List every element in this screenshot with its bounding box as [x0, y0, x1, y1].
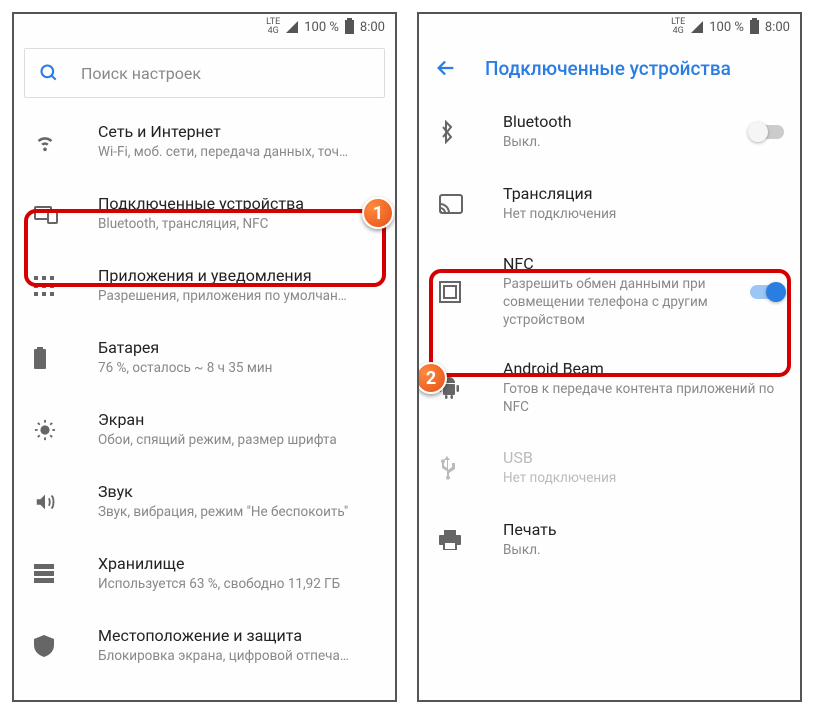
item-nfc[interactable]: NFCРазрешить обмен данными при совмещени…	[419, 240, 800, 344]
settings-item-apps[interactable]: Приложения и уведомленияРазрешения, прил…	[14, 250, 395, 322]
signal-icon	[691, 21, 703, 33]
apps-icon	[34, 276, 54, 296]
settings-item-connected-devices[interactable]: Подключенные устройстваBluetooth, трансл…	[14, 178, 395, 250]
bluetooth-icon	[439, 120, 455, 144]
search-icon	[39, 63, 59, 83]
battery-vert-icon	[34, 347, 46, 369]
step-badge-1: 1	[362, 197, 394, 229]
wifi-icon	[34, 131, 56, 153]
print-icon	[439, 530, 461, 550]
item-cast[interactable]: ТрансляцияНет подключения	[419, 168, 800, 240]
devices-icon	[34, 204, 58, 224]
phone-left: LTE4G 100 % 8:00 Поиск настроек Сеть и И…	[12, 12, 397, 702]
network-lte-icon: LTE4G	[266, 18, 280, 36]
battery-icon	[345, 20, 354, 34]
phone-right: LTE4G 100 % 8:00 Подключенные устройства…	[417, 12, 802, 702]
cast-icon	[439, 194, 463, 214]
clock: 8:00	[360, 20, 385, 35]
page-title: Подключенные устройства	[485, 57, 731, 80]
settings-item-sound[interactable]: ЗвукЗвук, вибрация, режим "Не беспокоить…	[14, 466, 395, 538]
settings-item-network[interactable]: Сеть и ИнтернетWi-Fi, моб. сети, передач…	[14, 106, 395, 178]
battery-percent: 100 %	[304, 20, 339, 35]
search-settings[interactable]: Поиск настроек	[24, 48, 385, 98]
settings-item-storage[interactable]: ХранилищеИспользуется 63 %, свободно 11,…	[14, 538, 395, 610]
page-header: Подключенные устройства	[419, 40, 800, 96]
back-icon[interactable]	[435, 57, 457, 79]
settings-item-location[interactable]: Местоположение и защитаБлокировка экрана…	[14, 610, 395, 682]
item-bluetooth[interactable]: BluetoothВыкл.	[419, 96, 800, 168]
status-bar: LTE4G 100 % 8:00	[14, 14, 395, 40]
network-lte-icon: LTE4G	[671, 18, 685, 36]
shield-icon	[34, 635, 54, 657]
usb-icon	[439, 456, 455, 480]
status-bar: LTE4G 100 % 8:00	[419, 14, 800, 40]
battery-icon	[750, 20, 759, 34]
display-icon	[34, 419, 56, 441]
settings-item-display[interactable]: ЭкранОбои, спящий режим, размер шрифта	[14, 394, 395, 466]
item-usb: USBНет подключения	[419, 432, 800, 504]
item-print[interactable]: ПечатьВыкл.	[419, 504, 800, 576]
settings-item-battery[interactable]: Батарея76 %, осталось ~ 8 ч 35 мин	[14, 322, 395, 394]
sound-icon	[34, 491, 56, 513]
nfc-toggle[interactable]	[750, 285, 784, 299]
bluetooth-toggle[interactable]	[750, 125, 784, 139]
item-android-beam[interactable]: Android BeamГотов к передаче контента пр…	[419, 344, 800, 432]
search-placeholder: Поиск настроек	[81, 64, 201, 83]
signal-icon	[286, 21, 298, 33]
battery-percent: 100 %	[709, 20, 744, 35]
storage-icon	[34, 564, 54, 584]
clock: 8:00	[765, 20, 790, 35]
nfc-icon	[439, 281, 461, 303]
